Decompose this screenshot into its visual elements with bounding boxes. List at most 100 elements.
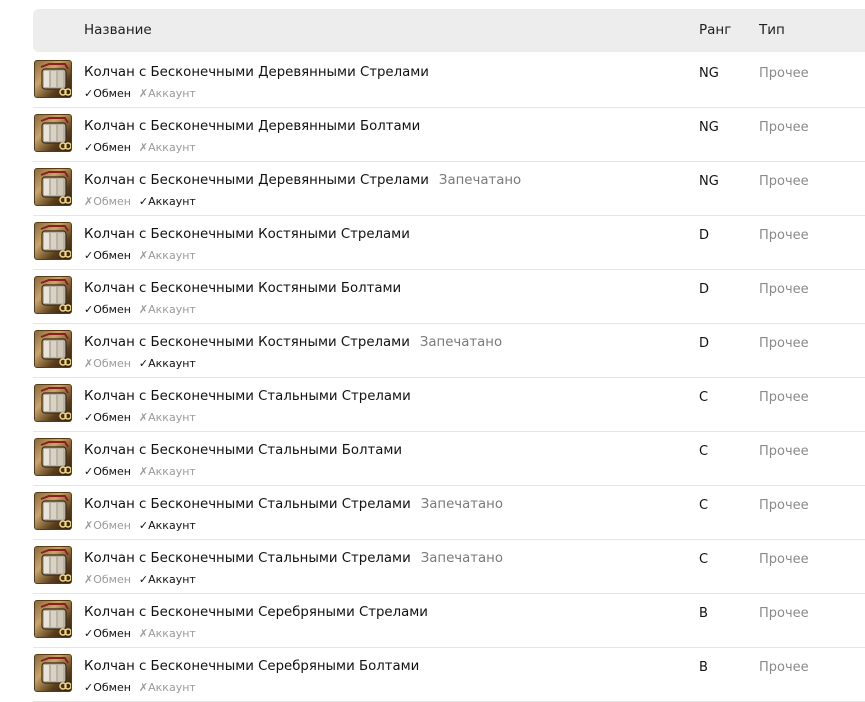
- item-name[interactable]: Колчан с Бесконечными Костяными Стрелами: [84, 227, 410, 242]
- item-name[interactable]: Колчан с Бесконечными Стальными Стрелами: [84, 497, 411, 512]
- table-row[interactable]: Колчан с Бесконечными Стальными Болтами …: [33, 432, 865, 486]
- item-rank: B: [699, 660, 708, 675]
- table-row[interactable]: Колчан с Бесконечными Костяными Болтами …: [33, 270, 865, 324]
- exchange-flag: ✗Обмен: [84, 573, 131, 586]
- item-rank: NG: [699, 66, 719, 81]
- account-flag: ✓Аккаунт: [138, 519, 196, 532]
- item-type: Прочее: [759, 552, 809, 567]
- item-name[interactable]: Колчан с Бесконечными Деревянными Стрела…: [84, 65, 429, 80]
- table-row[interactable]: Колчан с Бесконечными Деревянными Стрела…: [33, 54, 865, 108]
- item-title-line: Колчан с Бесконечными Костяными Стрелами…: [84, 335, 502, 350]
- item-type: Прочее: [759, 390, 809, 405]
- account-flag: ✗Аккаунт: [138, 411, 196, 424]
- item-rank: C: [699, 498, 709, 513]
- quiver-icon: [34, 168, 72, 206]
- exchange-flag: ✗Обмен: [84, 519, 131, 532]
- quiver-icon: [34, 222, 72, 260]
- table-row[interactable]: Колчан с Бесконечными Костяными Стрелами…: [33, 216, 865, 270]
- account-flag: ✓Аккаунт: [138, 573, 196, 586]
- quiver-icon: [34, 330, 72, 368]
- table-body: Колчан с Бесконечными Деревянными Стрела…: [33, 54, 865, 702]
- item-title-line: Колчан с Бесконечными Костяными Стрелами: [84, 227, 410, 242]
- items-table: Название Ранг Тип Колчан с Бесконечными …: [33, 9, 865, 702]
- sealed-label: Запечатано: [420, 497, 503, 512]
- item-title-line: Колчан с Бесконечными Деревянными Болтам…: [84, 119, 420, 134]
- item-type: Прочее: [759, 66, 809, 81]
- account-flag: ✓Аккаунт: [138, 195, 196, 208]
- item-flags: ✗Обмен ✓Аккаунт: [84, 357, 204, 370]
- item-title-line: Колчан с Бесконечными Стальными Болтами: [84, 443, 402, 458]
- item-title-line: Колчан с Бесконечными Стальными Стрелами…: [84, 551, 503, 566]
- item-name[interactable]: Колчан с Бесконечными Деревянными Стрела…: [84, 173, 429, 188]
- exchange-flag: ✓Обмен: [84, 87, 131, 100]
- table-row[interactable]: Колчан с Бесконечными Деревянными Стрела…: [33, 162, 865, 216]
- item-flags: ✗Обмен ✓Аккаунт: [84, 573, 204, 586]
- item-name[interactable]: Колчан с Бесконечными Деревянными Болтам…: [84, 119, 420, 134]
- table-row[interactable]: Колчан с Бесконечными Стальными Стрелами…: [33, 540, 865, 594]
- item-flags: ✓Обмен ✗Аккаунт: [84, 465, 204, 478]
- item-name[interactable]: Колчан с Бесконечными Стальными Стрелами: [84, 389, 411, 404]
- account-flag: ✗Аккаунт: [138, 303, 196, 316]
- item-name[interactable]: Колчан с Бесконечными Костяными Стрелами: [84, 335, 410, 350]
- table-row[interactable]: Колчан с Бесконечными Стальными Стрелами…: [33, 378, 865, 432]
- column-header-name[interactable]: Название: [84, 22, 152, 38]
- column-header-type[interactable]: Тип: [759, 22, 785, 38]
- item-rank: C: [699, 444, 709, 459]
- account-flag: ✗Аккаунт: [138, 681, 196, 694]
- item-rank: D: [699, 336, 710, 351]
- item-rank: B: [699, 606, 708, 621]
- item-rank: C: [699, 390, 709, 405]
- quiver-icon: [34, 600, 72, 638]
- quiver-icon: [34, 546, 72, 584]
- table-row[interactable]: Колчан с Бесконечными Стальными Стрелами…: [33, 486, 865, 540]
- item-name[interactable]: Колчан с Бесконечными Стальными Болтами: [84, 443, 402, 458]
- quiver-icon: [34, 60, 72, 98]
- exchange-flag: ✓Обмен: [84, 627, 131, 640]
- item-rank: D: [699, 282, 710, 297]
- sealed-label: Запечатано: [438, 173, 522, 188]
- sealed-label: Запечатано: [419, 335, 503, 350]
- item-flags: ✗Обмен ✓Аккаунт: [84, 195, 204, 208]
- item-flags: ✗Обмен ✓Аккаунт: [84, 519, 204, 532]
- account-flag: ✓Аккаунт: [138, 357, 196, 370]
- item-flags: ✓Обмен ✗Аккаунт: [84, 87, 204, 100]
- exchange-flag: ✓Обмен: [84, 681, 131, 694]
- quiver-icon: [34, 384, 72, 422]
- table-header: Название Ранг Тип: [33, 9, 865, 52]
- quiver-icon: [34, 114, 72, 152]
- column-header-rank[interactable]: Ранг: [699, 22, 731, 38]
- quiver-icon: [34, 654, 72, 692]
- exchange-flag: ✓Обмен: [84, 249, 131, 262]
- item-type: Прочее: [759, 174, 809, 189]
- item-title-line: Колчан с Бесконечными Деревянными Стрела…: [84, 173, 521, 188]
- sealed-label: Запечатано: [420, 551, 503, 566]
- item-flags: ✓Обмен ✗Аккаунт: [84, 411, 204, 424]
- exchange-flag: ✗Обмен: [84, 357, 131, 370]
- item-name[interactable]: Колчан с Бесконечными Костяными Болтами: [84, 281, 401, 296]
- account-flag: ✗Аккаунт: [138, 465, 196, 478]
- account-flag: ✗Аккаунт: [138, 627, 196, 640]
- exchange-flag: ✓Обмен: [84, 141, 131, 154]
- table-row[interactable]: Колчан с Бесконечными Деревянными Болтам…: [33, 108, 865, 162]
- table-row[interactable]: Колчан с Бесконечными Серебряными Стрела…: [33, 594, 865, 648]
- item-name[interactable]: Колчан с Бесконечными Серебряными Болтам…: [84, 659, 419, 674]
- table-row[interactable]: Колчан с Бесконечными Серебряными Болтам…: [33, 648, 865, 702]
- item-name[interactable]: Колчан с Бесконечными Стальными Стрелами: [84, 551, 411, 566]
- item-name[interactable]: Колчан с Бесконечными Серебряными Стрела…: [84, 605, 428, 620]
- item-rank: NG: [699, 120, 719, 135]
- item-type: Прочее: [759, 282, 809, 297]
- item-rank: D: [699, 228, 710, 243]
- quiver-icon: [34, 492, 72, 530]
- item-flags: ✓Обмен ✗Аккаунт: [84, 681, 204, 694]
- quiver-icon: [34, 276, 72, 314]
- account-flag: ✗Аккаунт: [138, 87, 196, 100]
- item-flags: ✓Обмен ✗Аккаунт: [84, 141, 204, 154]
- quiver-icon: [34, 438, 72, 476]
- item-type: Прочее: [759, 444, 809, 459]
- item-title-line: Колчан с Бесконечными Деревянными Стрела…: [84, 65, 429, 80]
- item-rank: C: [699, 552, 709, 567]
- item-title-line: Колчан с Бесконечными Костяными Болтами: [84, 281, 401, 296]
- exchange-flag: ✓Обмен: [84, 465, 131, 478]
- table-row[interactable]: Колчан с Бесконечными Костяными Стрелами…: [33, 324, 865, 378]
- item-title-line: Колчан с Бесконечными Стальными Стрелами: [84, 389, 411, 404]
